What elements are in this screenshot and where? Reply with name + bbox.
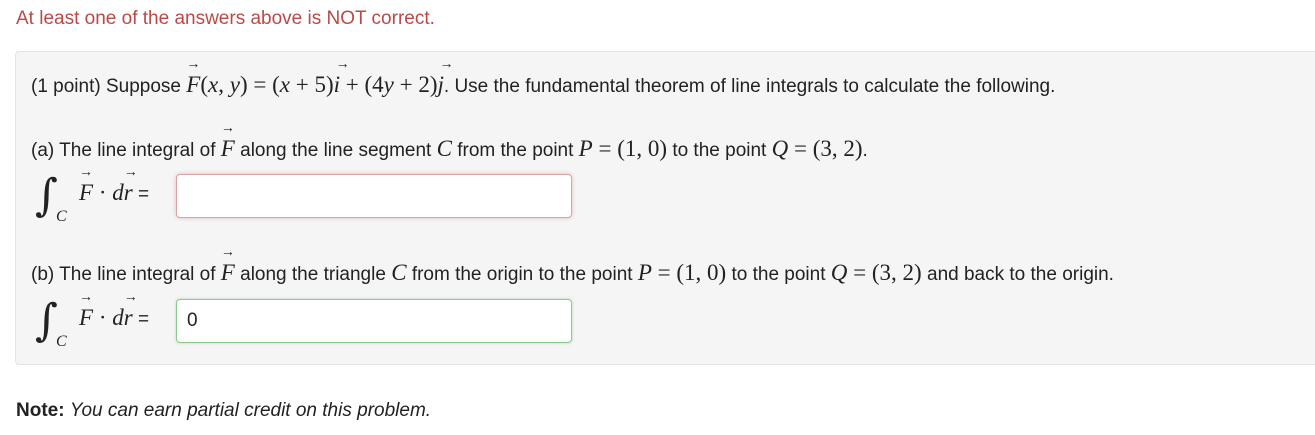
integrand: F · dr = <box>79 291 150 331</box>
status-message: At least one of the answers above is NOT… <box>16 8 435 29</box>
part-a-question: (a) The line integral of F along the lin… <box>31 122 868 162</box>
curve-symbol: C <box>391 260 407 285</box>
part-b-label: (b) <box>31 264 55 285</box>
instruction-text: . Use the fundamental theorem of line in… <box>443 76 1056 97</box>
vector-field-definition: F(x, y) = (x + 5)i + (4y + 2)j <box>186 58 444 97</box>
note-label: Note: <box>16 400 65 421</box>
part-b-answer-input[interactable] <box>176 299 572 343</box>
point-p: P = (1, 0) <box>578 136 668 161</box>
part-b-text-3: from the origin to the point <box>411 264 633 285</box>
integral-subscript: C <box>56 333 67 350</box>
equals-sign: = <box>137 184 150 205</box>
part-b-text-5: and back to the origin. <box>927 264 1114 285</box>
point-p: P = (1, 0) <box>637 260 727 285</box>
part-a-answer-input[interactable] <box>176 174 572 218</box>
integral-sign-icon: ∫ <box>35 295 58 346</box>
suppose-text: Suppose <box>105 76 181 97</box>
integral-subscript: C <box>56 208 67 225</box>
part-a-text-5: . <box>862 140 868 161</box>
part-b-text-1: The line integral of <box>59 264 216 285</box>
integral-sign-icon: ∫ <box>35 170 58 221</box>
point-q: Q = (3, 2) <box>771 136 863 161</box>
vector-f-symbol: F <box>221 122 235 162</box>
problem-box: (1 point) Suppose F(x, y) = (x + 5)i + (… <box>15 51 1315 365</box>
point-q: Q = (3, 2) <box>830 260 922 285</box>
part-a-text-1: The line integral of <box>59 140 216 161</box>
points-label: (1 point) <box>31 76 101 97</box>
equals-sign: = <box>137 309 150 330</box>
part-b-question: (b) The line integral of F along the tri… <box>31 246 1114 286</box>
part-b-text-4: to the point <box>731 264 826 285</box>
part-a-label: (a) <box>31 140 55 161</box>
curve-symbol: C <box>436 136 452 161</box>
part-b-answer-row: ∫ C F · dr = <box>31 291 591 350</box>
note: Note: You can earn partial credit on thi… <box>16 400 431 422</box>
vector-f-symbol: F <box>221 246 235 286</box>
part-a-text-2: along the line segment <box>240 140 432 161</box>
note-text: You can earn partial credit on this prob… <box>69 400 432 421</box>
part-a-text-4: to the point <box>672 140 767 161</box>
part-a-answer-row: ∫ C F · dr = <box>31 166 591 225</box>
part-b-text-2: along the triangle <box>240 264 386 285</box>
integrand: F · dr = <box>79 166 150 206</box>
problem-statement: (1 point) Suppose F(x, y) = (x + 5)i + (… <box>31 58 1056 98</box>
part-a-text-3: from the point <box>457 140 574 161</box>
